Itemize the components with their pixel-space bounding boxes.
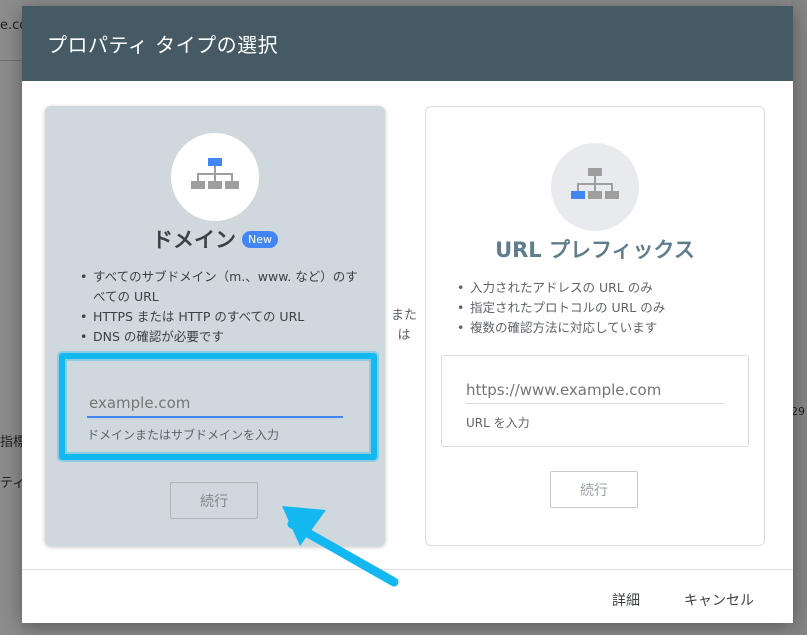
- property-type-dialog: プロパティ タイプの選択 ドメイン New すべてのサブドメイン（m.、www. …: [22, 6, 793, 623]
- list-item: HTTPS または HTTP のすべての URL: [75, 307, 365, 327]
- background-divider: [0, 60, 22, 61]
- url-feature-list: 入力されたアドレスの URL のみ 指定されたプロトコルの URL のみ 複数の…: [452, 278, 752, 338]
- url-icon-circle: [551, 143, 639, 231]
- url-prefix-hierarchy-icon: [571, 168, 619, 199]
- domain-card[interactable]: ドメイン New すべてのサブドメイン（m.、www. など）のすべての URL …: [45, 106, 385, 546]
- details-button[interactable]: 詳細: [602, 582, 650, 618]
- url-prefix-card[interactable]: URL プレフィックス 入力されたアドレスの URL のみ 指定されたプロトコル…: [425, 106, 765, 546]
- url-continue-button[interactable]: 続行: [550, 471, 638, 508]
- background-left-strip: [0, 0, 22, 635]
- annotation-arrow-icon: [282, 506, 399, 587]
- cancel-button[interactable]: キャンセル: [674, 582, 764, 618]
- or-separator: また は: [390, 308, 417, 343]
- url-card-title: URL プレフィックス: [495, 238, 695, 262]
- background-right-strip: [791, 0, 807, 635]
- list-item: 入力されたアドレスの URL のみ: [452, 278, 752, 298]
- list-item: すべてのサブドメイン（m.、www. など）のすべての URL: [75, 267, 365, 307]
- domain-feature-list: すべてのサブドメイン（m.、www. など）のすべての URL HTTPS また…: [75, 267, 365, 347]
- url-input[interactable]: [466, 376, 724, 404]
- list-item: 複数の確認方法に対応しています: [452, 318, 752, 338]
- url-input-group: URL を入力: [441, 355, 749, 447]
- domain-continue-button[interactable]: 続行: [170, 482, 258, 519]
- domain-icon-circle: [171, 133, 259, 221]
- background-text-fragment: 29: [791, 405, 805, 418]
- site-hierarchy-icon: [191, 158, 239, 189]
- url-input-hint: URL を入力: [466, 416, 530, 430]
- dialog-header: プロパティ タイプの選択: [22, 6, 793, 81]
- domain-card-title: ドメイン: [152, 228, 236, 252]
- domain-card-title-row: ドメイン New: [45, 224, 385, 254]
- list-item: 指定されたプロトコルの URL のみ: [452, 298, 752, 318]
- annotation-highlight-box: [59, 353, 377, 460]
- list-item: DNS の確認が必要です: [75, 327, 365, 347]
- new-badge: New: [242, 230, 278, 248]
- dialog-title: プロパティ タイプの選択: [47, 33, 279, 57]
